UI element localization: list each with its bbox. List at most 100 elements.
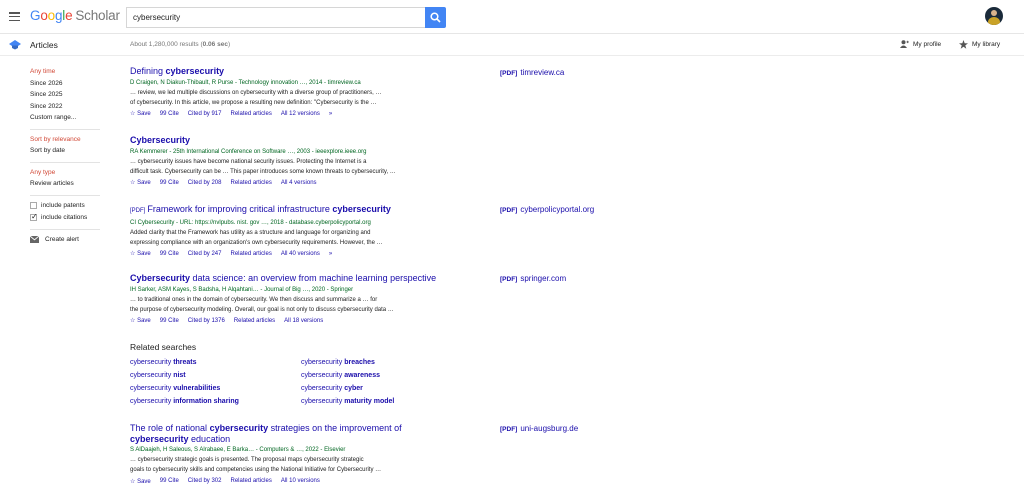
all-versions-link[interactable]: All 40 versions	[281, 251, 320, 257]
result-actions: ☆ Save 99 Cite Cited by 1376 Related art…	[130, 316, 450, 326]
pdf-link[interactable]: [PDF] cyberpolicyportal.org	[500, 205, 594, 214]
search-result: Cybersecurity data science: an overview …	[130, 273, 450, 326]
filter-since-2026[interactable]: Since 2026	[30, 78, 105, 90]
all-versions-link[interactable]: All 12 versions	[281, 111, 320, 117]
result-authors: D Craigen, N Diakun-Thibault, R Purse - …	[130, 79, 361, 86]
related-search-link[interactable]: cybersecurity vulnerabilities	[130, 385, 220, 392]
result-snippet: Added clarity that the Framework has uti…	[130, 229, 383, 246]
section-title[interactable]: Articles	[30, 40, 58, 50]
cite-button[interactable]: 99 Cite	[160, 478, 179, 484]
cite-button[interactable]: 99 Cite	[160, 111, 179, 117]
result-actions: ☆ Save 99 Cite Cited by 917 Related arti…	[130, 109, 450, 119]
search-button[interactable]	[425, 7, 446, 28]
envelope-icon	[30, 235, 39, 243]
star-icon: ☆	[130, 251, 136, 257]
result-title-link[interactable]: [PDF] Framework for improving critical in…	[130, 204, 450, 217]
create-alert-link[interactable]: Create alert	[30, 235, 105, 243]
result-title-link[interactable]: Cybersecurity data science: an overview …	[130, 273, 450, 284]
include-citations-checkbox[interactable]	[30, 212, 38, 221]
related-search-link[interactable]: cybersecurity nist	[130, 372, 186, 379]
related-articles-link[interactable]: Related articles	[230, 111, 271, 117]
search-result: Cybersecurity RA Kemmerer - 25th Interna…	[130, 135, 450, 188]
save-button[interactable]: ☆ Save	[130, 110, 151, 117]
google-scholar-logo[interactable]: Google Scholar	[30, 8, 120, 23]
filter-review-articles[interactable]: Review articles	[30, 178, 105, 190]
include-citations-label: include citations	[41, 214, 88, 221]
include-patents-checkbox[interactable]	[30, 202, 37, 209]
logo-scholar-text: Scholar	[75, 8, 120, 23]
filter-any-type[interactable]: Any type	[30, 167, 105, 179]
my-library-link[interactable]: My library	[959, 40, 1000, 49]
include-citations-option[interactable]: include citations	[30, 212, 105, 224]
top-bar: Google Scholar cybersecurity	[0, 0, 1024, 34]
create-alert-label: Create alert	[45, 235, 79, 243]
all-versions-link[interactable]: All 18 versions	[284, 318, 323, 324]
pdf-link[interactable]: [PDF] uni-augsburg.de	[500, 424, 578, 433]
related-search-link[interactable]: cybersecurity breaches	[301, 359, 375, 366]
all-versions-link[interactable]: All 4 versions	[281, 180, 317, 186]
divider	[30, 194, 100, 196]
cited-by-link[interactable]: Cited by 302	[188, 478, 222, 484]
related-search-link[interactable]: cybersecurity cyber	[301, 385, 363, 392]
related-searches-title: Related searches	[130, 342, 197, 352]
sort-by-relevance[interactable]: Sort by relevance	[30, 134, 105, 146]
result-actions: ☆ Save 99 Cite Cited by 247 Related arti…	[130, 249, 450, 259]
cited-by-link[interactable]: Cited by 208	[188, 180, 222, 186]
cited-by-link[interactable]: Cited by 247	[188, 251, 222, 257]
avatar[interactable]	[985, 7, 1003, 25]
result-title-link[interactable]: The role of national cybersecurity strat…	[130, 423, 450, 444]
my-library-label: My library	[972, 41, 1001, 48]
scholar-cap-icon	[9, 40, 21, 50]
sub-bar: Articles About 1,280,000 results (0.06 s…	[0, 35, 1024, 56]
result-authors: CI Cybersecurity - URL: https://nvlpubs.…	[130, 219, 371, 226]
quote-icon: 99	[159, 250, 167, 257]
cite-button[interactable]: 99 Cite	[160, 180, 179, 186]
related-articles-link[interactable]: Related articles	[234, 318, 275, 324]
result-snippet: … cybersecurity issues have become natio…	[130, 158, 396, 175]
pdf-link[interactable]: [PDF] timreview.ca	[500, 68, 564, 77]
filter-any-time[interactable]: Any time	[30, 66, 105, 78]
include-patents-option[interactable]: include patents	[30, 200, 105, 212]
star-icon: ☆	[130, 180, 136, 186]
search-input[interactable]: cybersecurity	[126, 7, 425, 28]
more-icon[interactable]: »	[329, 111, 332, 117]
filter-since-2022[interactable]: Since 2022	[30, 101, 105, 113]
related-articles-link[interactable]: Related articles	[230, 478, 271, 484]
save-button[interactable]: ☆ Save	[130, 179, 151, 186]
result-actions: ☆ Save 99 Cite Cited by 302 Related arti…	[130, 476, 450, 486]
search-result: Defining cybersecurity D Craigen, N Diak…	[130, 66, 450, 119]
result-actions: ☆ Save 99 Cite Cited by 208 Related arti…	[130, 178, 450, 188]
cite-button[interactable]: 99 Cite	[160, 251, 179, 257]
save-button[interactable]: ☆ Save	[130, 250, 151, 257]
sort-by-date[interactable]: Sort by date	[30, 145, 105, 157]
result-snippet: … review, we led multiple discussions on…	[130, 89, 382, 106]
related-articles-link[interactable]: Related articles	[230, 251, 271, 257]
results-count: About 1,280,000 results (0.06 sec)	[130, 41, 231, 48]
related-search-link[interactable]: cybersecurity information sharing	[130, 398, 239, 405]
related-search-link[interactable]: cybersecurity awareness	[301, 372, 380, 379]
cited-by-link[interactable]: Cited by 917	[188, 111, 222, 117]
star-icon: ☆	[130, 318, 136, 324]
related-search-link[interactable]: cybersecurity threats	[130, 359, 197, 366]
related-articles-link[interactable]: Related articles	[230, 180, 271, 186]
my-profile-link[interactable]: My profile	[900, 40, 941, 48]
filter-since-2025[interactable]: Since 2025	[30, 89, 105, 101]
cited-by-link[interactable]: Cited by 1376	[188, 318, 225, 324]
all-versions-link[interactable]: All 10 versions	[281, 478, 320, 484]
result-authors: IH Sarker, ASM Kayes, S Badsha, H Alqaht…	[130, 286, 354, 293]
result-title-link[interactable]: Defining cybersecurity	[130, 66, 450, 77]
filter-custom-range[interactable]: Custom range...	[30, 112, 105, 124]
hamburger-icon[interactable]	[9, 12, 20, 22]
more-icon[interactable]: »	[329, 251, 332, 257]
result-title-link[interactable]: Cybersecurity	[130, 135, 450, 146]
result-snippet: … cybersecurity strategic goals is prese…	[130, 457, 382, 473]
quote-icon: 99	[159, 110, 167, 117]
cite-button[interactable]: 99 Cite	[160, 318, 179, 324]
star-icon: ☆	[130, 111, 136, 117]
quote-icon: 99	[159, 478, 167, 484]
related-search-link[interactable]: cybersecurity maturity model	[301, 398, 394, 405]
save-button[interactable]: ☆ Save	[130, 478, 151, 485]
save-button[interactable]: ☆ Save	[130, 317, 151, 324]
divider	[30, 128, 100, 130]
pdf-link[interactable]: [PDF] springer.com	[500, 274, 566, 283]
